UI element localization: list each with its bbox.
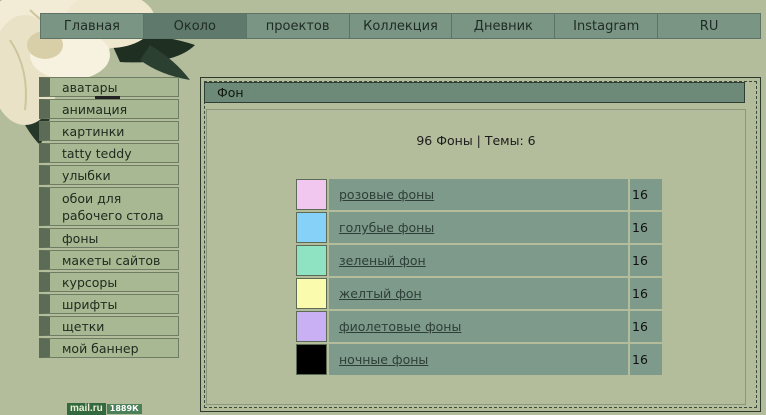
sidebar-item-brushes[interactable]: щетки <box>39 316 179 336</box>
category-row: зеленый фон 16 <box>296 245 662 276</box>
category-row: голубые фоны 16 <box>296 212 662 243</box>
color-swatch <box>296 278 327 309</box>
mailru-count: 1889К <box>106 404 142 414</box>
content-frame: Фон 96 Фоны | Темы: 6 розовые фоны 16 голу… <box>200 77 761 412</box>
sidebar-item-fonts[interactable]: шрифты <box>39 294 179 314</box>
category-count: 16 <box>630 311 662 342</box>
sidebar-item-animation[interactable]: анимация <box>39 99 179 119</box>
mailru-counter-badge[interactable]: mail.ru 1889К <box>67 403 155 415</box>
sidebar-menu: аватары анимация картинки tatty teddy ул… <box>39 77 179 360</box>
color-swatch <box>296 311 327 342</box>
category-count: 16 <box>630 212 662 243</box>
sidebar-item-cursors[interactable]: курсоры <box>39 272 179 292</box>
panel-body: 96 Фоны | Темы: 6 розовые фоны 16 голубые … <box>206 109 746 405</box>
sidebar-item-smileys[interactable]: улыбки <box>39 165 179 185</box>
nav-about[interactable]: Около <box>142 13 246 39</box>
sidebar-item-site-layouts[interactable]: макеты сайтов <box>39 250 179 270</box>
category-count: 16 <box>630 344 662 375</box>
category-link[interactable]: розовые фоны <box>329 179 628 210</box>
color-swatch <box>296 245 327 276</box>
color-swatch <box>296 344 327 375</box>
category-link[interactable]: голубые фоны <box>329 212 628 243</box>
sidebar-item-backgrounds[interactable]: фоны <box>39 228 179 248</box>
nav-home[interactable]: Главная <box>40 13 143 39</box>
panel-title: Фон <box>204 82 745 103</box>
nav-instagram[interactable]: Instagram <box>554 13 658 39</box>
mailru-logo: mail.ru <box>67 403 106 415</box>
nav-projects[interactable]: проектов <box>245 13 349 39</box>
color-swatch <box>296 212 327 243</box>
sidebar-item-avatars[interactable]: аватары <box>39 77 179 99</box>
category-row: желтый фон 16 <box>296 278 662 309</box>
category-summary: 96 Фоны | Темы: 6 <box>416 133 536 148</box>
category-count: 16 <box>630 179 662 210</box>
sidebar-item-pictures[interactable]: картинки <box>39 121 179 141</box>
category-link[interactable]: зеленый фон <box>329 245 628 276</box>
nav-collection[interactable]: Коллекция <box>348 13 452 39</box>
category-row: фиолетовые фоны 16 <box>296 311 662 342</box>
nav-diary[interactable]: Дневник <box>451 13 555 39</box>
category-link[interactable]: желтый фон <box>329 278 628 309</box>
nav-language[interactable]: RU <box>657 13 762 39</box>
category-count: 16 <box>630 245 662 276</box>
sidebar-item-tatty-teddy[interactable]: tatty teddy <box>39 143 179 163</box>
category-table: розовые фоны 16 голубые фоны 16 зеленый фон 1… <box>296 179 662 377</box>
category-link[interactable]: фиолетовые фоны <box>329 311 628 342</box>
category-link[interactable]: ночные фоны <box>329 344 628 375</box>
category-row: ночные фоны 16 <box>296 344 662 375</box>
sidebar-item-my-banner[interactable]: мой баннер <box>39 338 179 358</box>
category-count: 16 <box>630 278 662 309</box>
color-swatch <box>296 179 327 210</box>
top-navigation: Главная Около проектов Коллекция Дневник… <box>40 13 762 39</box>
category-row: розовые фоны 16 <box>296 179 662 210</box>
sidebar-item-wallpapers[interactable]: обои для рабочего стола <box>39 187 179 226</box>
